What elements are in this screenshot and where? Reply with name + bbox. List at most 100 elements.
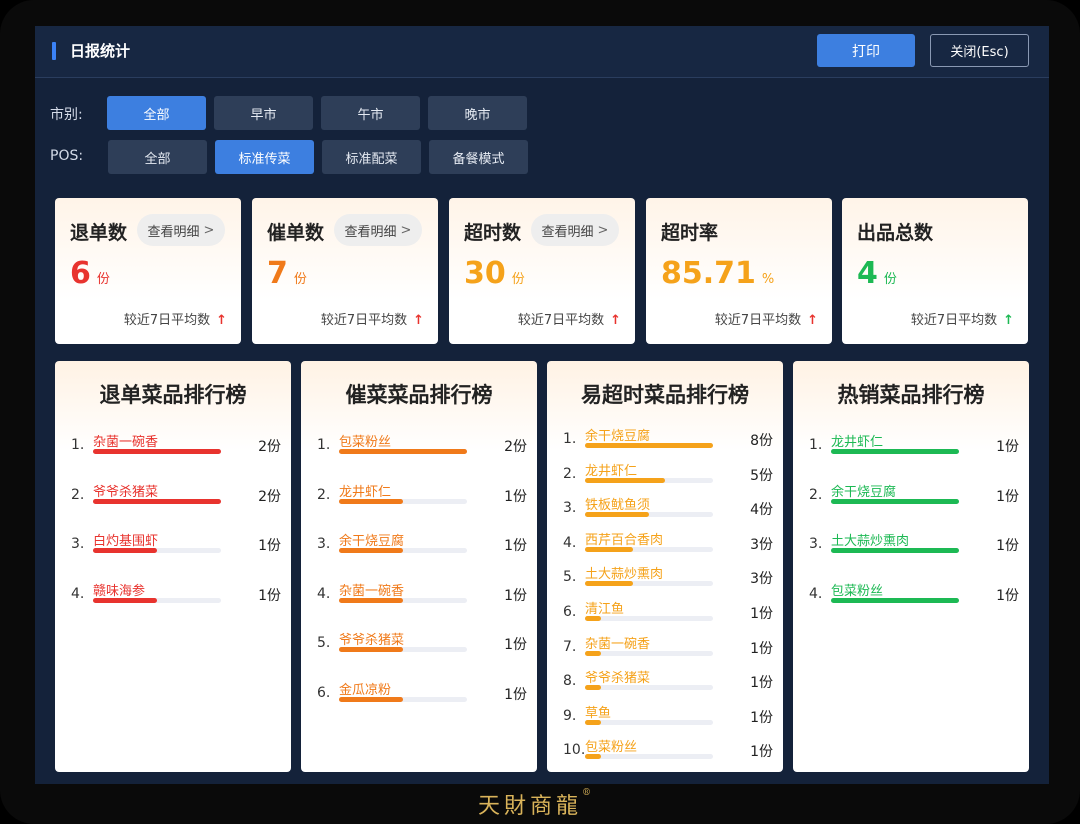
ranking-item[interactable]: 10. 包菜粉丝 1份 <box>547 736 783 770</box>
dish-count: 1份 <box>996 439 1019 455</box>
ranking-item[interactable]: 4. 杂菌一碗香 1份 <box>301 580 537 614</box>
print-button[interactable]: 打印 <box>817 34 915 67</box>
ranking-item[interactable]: 5. 土大蒜炒熏肉 3份 <box>547 563 783 597</box>
ranking-item[interactable]: 3. 土大蒜炒熏肉 1份 <box>793 530 1029 564</box>
dish-name: 赣味海参 <box>93 583 146 599</box>
chevron-right-icon: > <box>400 222 412 238</box>
ranking-item[interactable]: 7. 杂菌一碗香 1份 <box>547 633 783 667</box>
rank-bar-track <box>93 597 221 603</box>
stat-number: 30 <box>464 256 506 291</box>
ranking-item[interactable]: 2. 爷爷杀猪菜 2份 <box>55 481 291 515</box>
ranking-item[interactable]: 4. 西芹百合香肉 3份 <box>547 529 783 563</box>
rank-bar-fill <box>93 498 221 504</box>
rank-number: 3. <box>71 536 85 552</box>
dish-count: 1份 <box>504 587 527 604</box>
rank-bar-fill <box>339 647 403 652</box>
dish-count: 1份 <box>258 587 281 604</box>
rank-number: 3. <box>317 536 331 552</box>
market-chip-noon[interactable]: 午市 <box>321 96 420 130</box>
ranking-item[interactable]: 4. 包菜粉丝 1份 <box>793 580 1029 614</box>
trend-up-arrow-icon: ↑ <box>216 313 227 328</box>
ranking-item[interactable]: 1. 包菜粉丝 2份 <box>301 431 537 465</box>
stat-number: 85.71 <box>661 256 756 291</box>
dish-name: 草鱼 <box>585 705 612 721</box>
market-chip-all[interactable]: 全部 <box>107 96 206 130</box>
rank-bar-track <box>339 548 467 553</box>
ranking-item[interactable]: 6. 清江鱼 1份 <box>547 598 783 632</box>
ranking-item[interactable]: 8. 爷爷杀猪菜 1份 <box>547 667 783 701</box>
ranking-item[interactable]: 2. 龙井虾仁 5份 <box>547 460 783 494</box>
rank-bar-track <box>339 597 467 603</box>
rank-bar-fill <box>831 597 959 603</box>
dish-count: 1份 <box>504 637 527 653</box>
rank-bar-track <box>585 443 713 448</box>
dish-name: 龙井虾仁 <box>339 484 392 500</box>
pos-chip-standard-prep[interactable]: 标准配菜 <box>322 140 421 174</box>
pos-chip-all[interactable]: 全部 <box>108 140 207 174</box>
stat-value: 7份 <box>267 256 307 291</box>
close-button[interactable]: 关闭(Esc) <box>930 34 1029 67</box>
brand-logo: 天財商龍® <box>478 788 591 820</box>
rank-number: 3. <box>563 500 577 517</box>
rank-bar-fill <box>585 616 601 621</box>
stat-title: 催单数 <box>267 222 325 244</box>
view-detail-button[interactable]: 查看明细 > <box>334 214 422 246</box>
rank-bar-track <box>339 647 467 652</box>
rank-number: 2. <box>317 486 331 503</box>
ranking-item[interactable]: 1. 龙井虾仁 1份 <box>793 431 1029 465</box>
rank-number: 1. <box>317 437 331 453</box>
trend-up-arrow-icon: ↑ <box>413 313 424 328</box>
pos-chip-standard-serve[interactable]: 标准传菜 <box>215 140 314 174</box>
view-detail-button[interactable]: 查看明细 > <box>531 214 619 246</box>
rank-number: 6. <box>317 684 331 701</box>
ranking-item[interactable]: 6. 金瓜凉粉 1份 <box>301 679 537 713</box>
dish-name: 爷爷杀猪菜 <box>339 633 405 648</box>
stat-title: 超时数 <box>464 222 522 244</box>
ranking-item[interactable]: 3. 铁板鱿鱼须 4份 <box>547 494 783 528</box>
comparison-label: 较近7日平均数 <box>910 313 998 328</box>
ranking-item[interactable]: 2. 龙井虾仁 1份 <box>301 481 537 515</box>
view-detail-label: 查看明细 <box>344 224 397 240</box>
dish-name: 铁板鱿鱼须 <box>585 498 651 514</box>
market-filter-row: 市别: 全部 早市 午市 晚市 <box>35 96 1049 130</box>
ranking-item[interactable]: 9. 草鱼 1份 <box>547 702 783 736</box>
stat-card: 退单数 查看明细 >6 份较近7日平均数 ↑ <box>55 198 241 344</box>
rank-number: 5. <box>317 635 331 651</box>
stat-comparison: 较近7日平均数 ↑ <box>518 309 621 328</box>
title-accent-bar <box>52 42 56 60</box>
dish-count: 1份 <box>504 686 527 703</box>
ranking-item[interactable]: 4. 赣味海参 1份 <box>55 580 291 614</box>
ranking-item[interactable]: 5. 爷爷杀猪菜 1份 <box>301 629 537 663</box>
rank-bar-track <box>831 449 959 454</box>
ranking-card: 退单菜品排行榜 1. 杂菌一碗香 2份 2. 爷爷杀猪菜 2份 3. 白灼基围虾 1份 4. 赣味海参… <box>55 361 291 772</box>
dish-name: 爷爷杀猪菜 <box>585 671 651 687</box>
stat-value: 30 份 <box>464 256 525 291</box>
trend-up-arrow-icon: ↑ <box>610 313 621 328</box>
market-chip-evening[interactable]: 晚市 <box>428 96 527 130</box>
dish-name: 西芹百合香肉 <box>585 532 664 548</box>
rank-bar-track <box>339 696 467 702</box>
comparison-label: 较近7日平均数 <box>517 313 605 328</box>
dish-count: 1份 <box>996 538 1019 554</box>
dish-name: 清江鱼 <box>585 602 625 617</box>
ranking-item[interactable]: 2. 余干烧豆腐 1份 <box>793 481 1029 515</box>
ranking-title: 易超时菜品排行榜 <box>581 383 749 407</box>
rank-bar-fill <box>339 548 403 553</box>
ranking-card: 催菜菜品排行榜 1. 包菜粉丝 2份 2. 龙井虾仁 1份 3. 余干烧豆腐 1份 4. 杂菌一碗香 1… <box>301 361 537 772</box>
view-detail-button[interactable]: 查看明细 > <box>137 214 225 246</box>
ranking-item[interactable]: 3. 白灼基围虾 1份 <box>55 530 291 564</box>
ranking-item[interactable]: 3. 余干烧豆腐 1份 <box>301 530 537 564</box>
market-chip-morning[interactable]: 早市 <box>214 96 313 130</box>
comparison-label: 较近7日平均数 <box>123 313 211 328</box>
stat-unit: 份 <box>96 272 110 287</box>
rank-bar-fill <box>585 754 601 760</box>
ranking-item[interactable]: 1. 余干烧豆腐 8份 <box>547 425 783 459</box>
pos-chip-prep-mode[interactable]: 备餐模式 <box>429 140 528 174</box>
ranking-item[interactable]: 1. 杂菌一碗香 2份 <box>55 431 291 465</box>
dish-count: 2份 <box>258 439 281 455</box>
dish-name: 白灼基围虾 <box>93 534 159 549</box>
rank-bar-track <box>585 477 713 483</box>
dish-count: 1份 <box>504 538 527 554</box>
rank-bar-track <box>831 548 959 553</box>
dish-name: 余干烧豆腐 <box>585 429 651 444</box>
